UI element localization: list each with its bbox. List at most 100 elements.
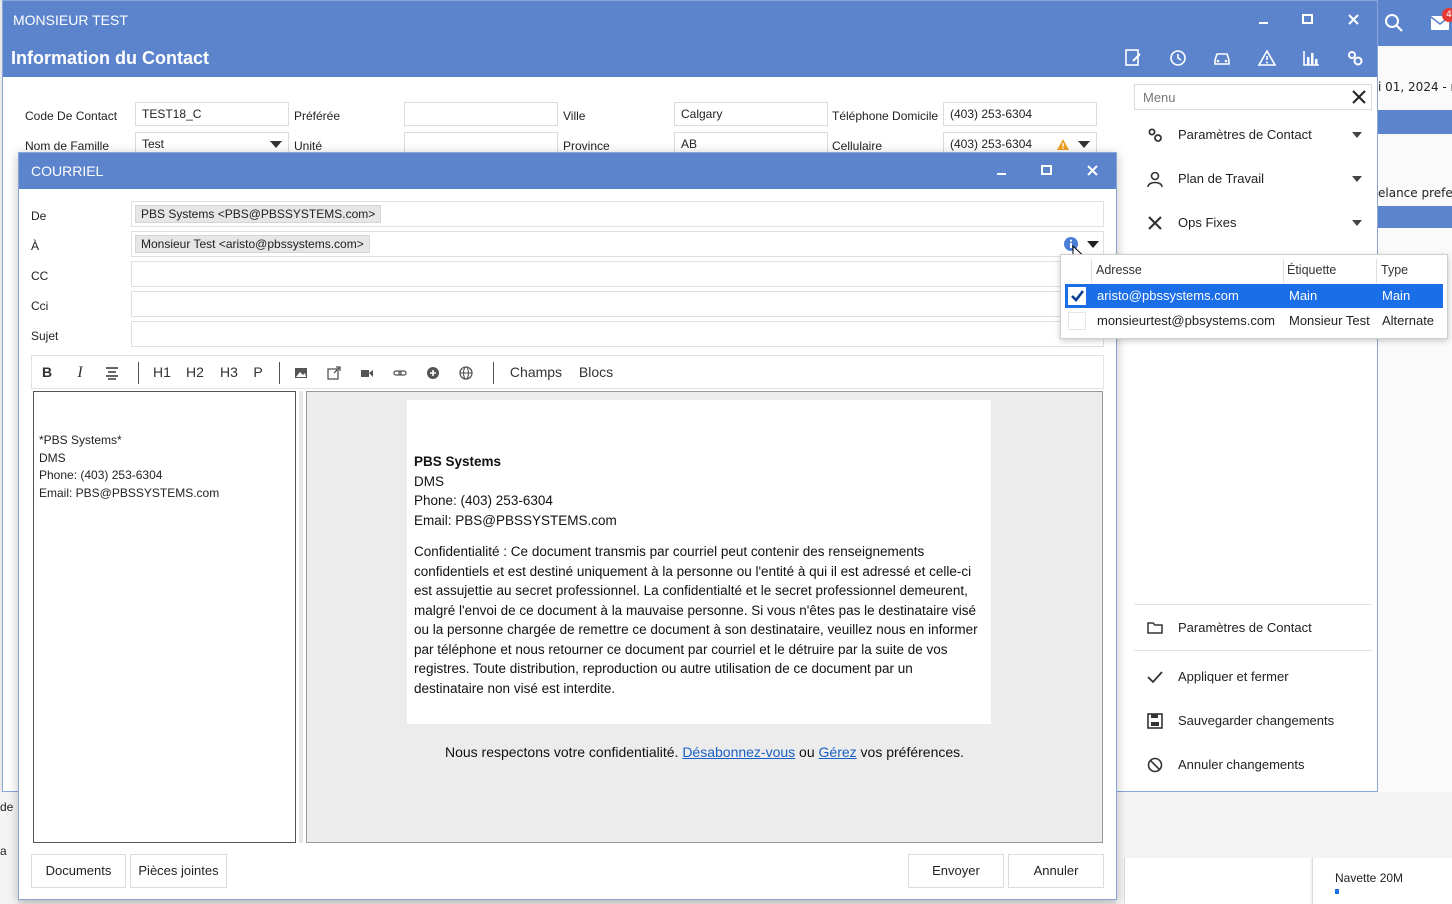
address-dropdown: Adresse Étiquette Type aristo@pbssystems… [1060, 254, 1448, 339]
minimize-icon[interactable] [993, 162, 1011, 180]
maximize-icon[interactable] [1038, 162, 1056, 180]
contact-code-field[interactable]: TEST18_C [135, 102, 289, 126]
video-icon[interactable] [360, 364, 374, 382]
preferred-field[interactable] [404, 102, 558, 126]
preview-line: DMS [414, 473, 444, 489]
close-icon[interactable] [1345, 11, 1363, 29]
action-apply-close[interactable]: Appliquer et fermer [1134, 660, 1372, 694]
menu-item-fixed-ops[interactable]: Ops Fixes [1134, 206, 1372, 240]
cancel-button[interactable]: Annuler [1008, 854, 1104, 888]
to-field[interactable]: Monsieur Test <aristo@pbssystems.com> [131, 231, 1104, 264]
preview-line: Email: PBS@PBSSYSTEMS.com [414, 512, 617, 528]
tools-icon [1146, 214, 1164, 232]
h3-button[interactable]: H3 [219, 364, 239, 382]
action-cancel-changes[interactable]: Annuler changements [1134, 748, 1372, 782]
paragraph-button[interactable]: P [252, 364, 264, 382]
image-icon[interactable] [294, 364, 308, 382]
link-icon[interactable] [393, 364, 407, 382]
documents-button[interactable]: Documents [31, 854, 126, 888]
chevron-down-icon[interactable] [1087, 241, 1099, 248]
person-icon [1146, 170, 1164, 188]
maximize-icon[interactable] [1299, 11, 1317, 29]
search-icon[interactable] [1384, 13, 1404, 33]
edit-icon[interactable] [1123, 48, 1143, 68]
menu-item-label: Plan de Travail [1178, 171, 1264, 186]
external-link-icon[interactable] [327, 364, 341, 382]
date-fragment: i 01, 2024 - m [1378, 80, 1452, 94]
add-icon[interactable] [426, 364, 440, 382]
source-line: DMS [39, 450, 66, 465]
header-divider [1376, 259, 1377, 283]
blocks-button[interactable]: Blocs [577, 364, 615, 382]
footer-text: Nous respectons votre confidentialité. [444, 744, 683, 760]
navette-label: Navette 20M [1335, 871, 1404, 885]
toolbar-divider [493, 362, 494, 384]
warning-icon[interactable] [1257, 48, 1277, 68]
address-row[interactable]: monsieurtest@pbsystems.com Monsieur Test… [1065, 309, 1443, 333]
folder-icon [1146, 619, 1164, 637]
background-left-strip: de a [0, 792, 18, 904]
preview-pane: PBS Systems DMS Phone: (403) 253-6304 Em… [306, 391, 1103, 843]
action-label: Appliquer et fermer [1178, 669, 1289, 684]
address-row[interactable]: aristo@pbssystems.com Main Main [1065, 284, 1443, 308]
from-chip[interactable]: PBS Systems <PBS@PBSSYSTEMS.com> [135, 205, 382, 223]
menu-search-input[interactable]: Menu [1134, 84, 1372, 110]
source-line: Email: PBS@PBSSYSTEMS.com [39, 485, 220, 500]
bold-button[interactable]: B [40, 364, 54, 382]
subject-label: Sujet [31, 329, 59, 343]
chevron-down-icon[interactable] [1078, 141, 1090, 148]
align-button[interactable] [105, 364, 121, 382]
checkbox[interactable] [1068, 287, 1086, 305]
h2-button[interactable]: H2 [185, 364, 205, 382]
bar-chart-icon[interactable] [1301, 48, 1321, 68]
city-field[interactable]: Calgary [674, 102, 828, 126]
action-save-changes[interactable]: Sauvegarder changements [1134, 704, 1372, 738]
menu-item-label: Paramètres de Contact [1178, 127, 1312, 142]
menu-item-contact-settings[interactable]: Paramètres de Contact [1134, 118, 1372, 152]
from-label: De [31, 209, 47, 223]
background-topbar: 4 [1378, 0, 1452, 46]
send-button[interactable]: Envoyer [908, 854, 1004, 888]
italic-button[interactable]: I [73, 364, 87, 382]
menu-item-work-plan[interactable]: Plan de Travail [1134, 162, 1372, 196]
background-app-strip: 4 i 01, 2024 - m elance prefere [1378, 0, 1452, 904]
subject-field[interactable] [131, 321, 1104, 347]
action-label: Paramètres de Contact [1178, 620, 1312, 635]
cc-field[interactable] [131, 261, 1104, 287]
close-icon[interactable] [1084, 162, 1102, 180]
action-label: Annuler changements [1178, 757, 1305, 772]
action-label: Sauvegarder changements [1178, 713, 1335, 728]
globe-icon[interactable] [459, 364, 473, 382]
source-editor[interactable]: *PBS Systems* DMS Phone: (403) 253-6304 … [33, 391, 296, 843]
car-icon[interactable] [1212, 48, 1232, 68]
contact-code-label: Code De Contact [25, 109, 118, 123]
close-icon[interactable] [1351, 89, 1367, 105]
action-contact-settings[interactable]: Paramètres de Contact [1134, 611, 1372, 645]
attachments-button[interactable]: Pièces jointes [130, 854, 227, 888]
home-phone-field[interactable]: (403) 253-6304 [943, 102, 1097, 126]
settings-icon[interactable] [1345, 48, 1365, 68]
type-cell: Main [1382, 288, 1411, 303]
bcc-field[interactable] [131, 291, 1104, 317]
left-fragment: de [0, 800, 14, 814]
background-band [1378, 206, 1452, 228]
preview-card: PBS Systems DMS Phone: (403) 253-6304 Em… [407, 400, 991, 724]
menu-divider [1134, 650, 1372, 651]
unsubscribe-link[interactable]: Désabonnez-vous [682, 744, 795, 760]
preview-line: Phone: (403) 253-6304 [414, 493, 553, 508]
cancel-icon [1146, 756, 1164, 774]
history-icon[interactable] [1168, 48, 1188, 68]
footer-text: vos préférences. [856, 744, 965, 760]
pane-splitter[interactable] [299, 391, 303, 843]
fields-button[interactable]: Champs [508, 364, 564, 382]
to-chip[interactable]: Monsieur Test <aristo@pbssystems.com> [135, 235, 370, 253]
chevron-down-icon[interactable] [270, 141, 282, 148]
preview-footer: Nous respectons votre confidentialité. D… [307, 744, 1102, 760]
email-dialog: COURRIEL De PBS Systems <PBS@PBSSYSTEMS.… [18, 152, 1117, 900]
manage-link[interactable]: Gérez [819, 744, 857, 760]
h1-button[interactable]: H1 [152, 364, 172, 382]
footer-text: ou [795, 744, 819, 760]
checkbox[interactable] [1068, 312, 1086, 330]
from-field[interactable]: PBS Systems <PBS@PBSSYSTEMS.com> [131, 201, 1104, 227]
minimize-icon[interactable] [1255, 11, 1273, 29]
